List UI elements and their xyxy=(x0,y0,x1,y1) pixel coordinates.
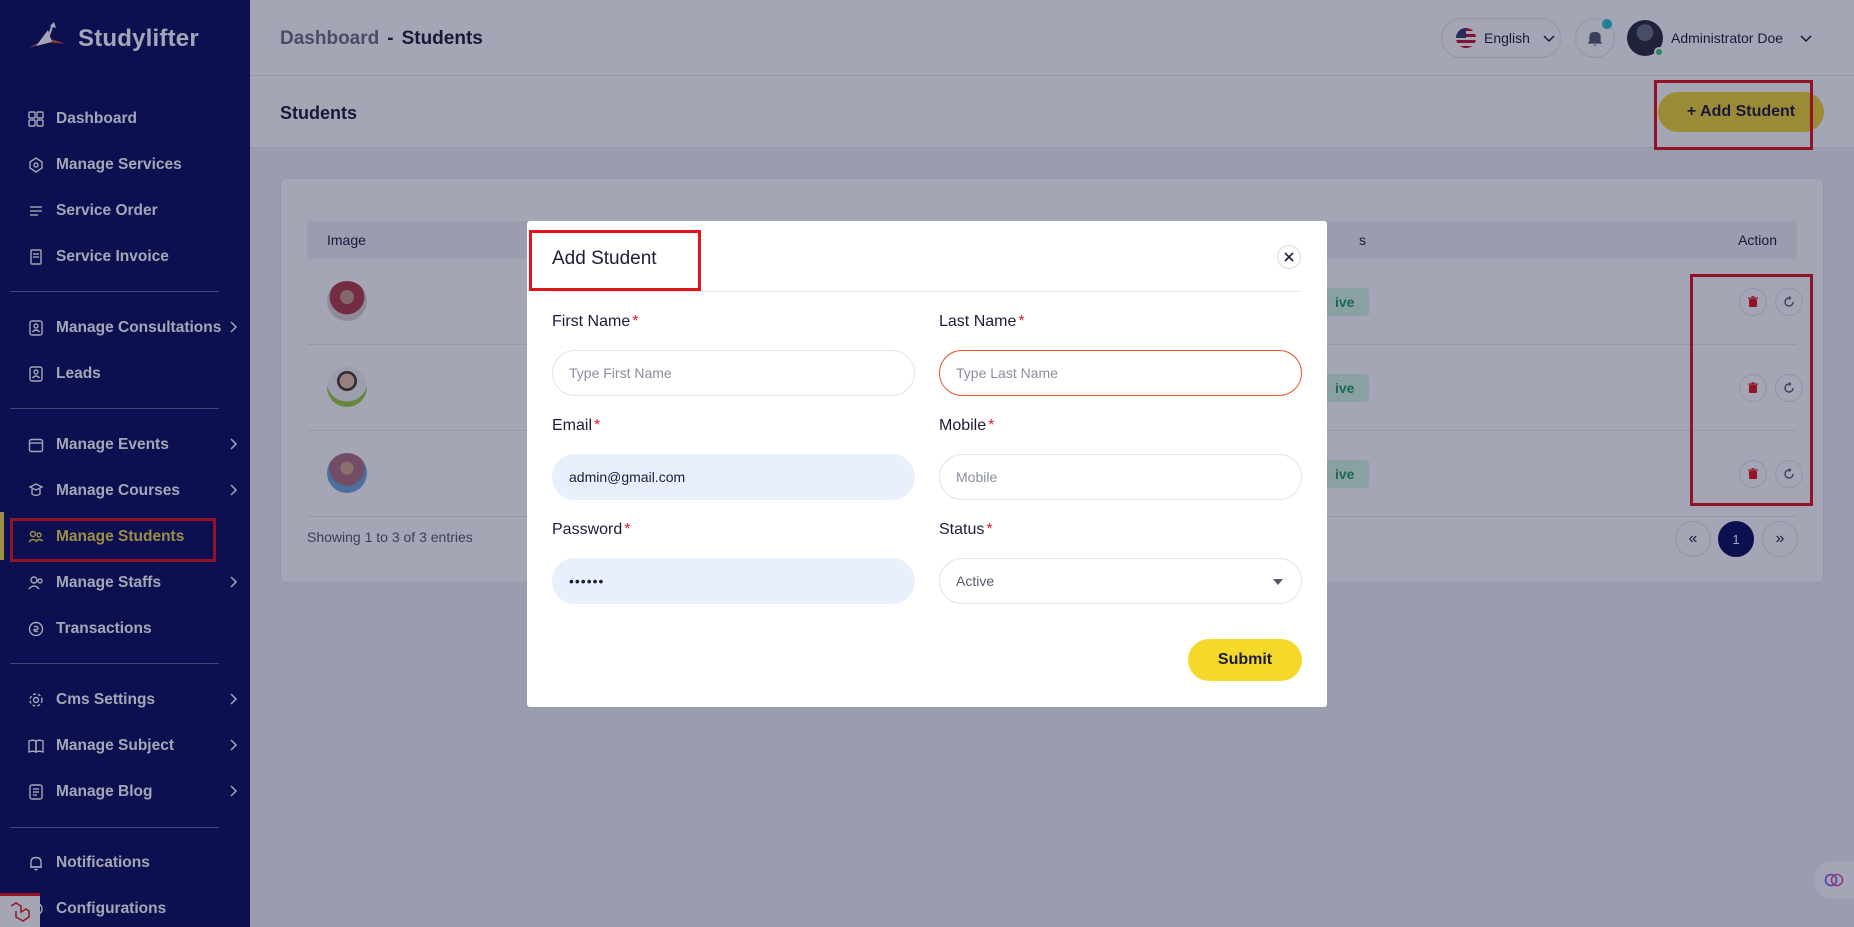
email-field[interactable] xyxy=(552,454,915,500)
mobile-label: Mobile * xyxy=(939,417,995,434)
status-select-value: Active xyxy=(956,573,995,589)
first-name-label: First Name * xyxy=(552,313,639,330)
mobile-input[interactable] xyxy=(939,454,1302,500)
close-icon xyxy=(1284,252,1294,262)
modal-divider xyxy=(552,291,1302,292)
highlight-box xyxy=(529,230,701,291)
password-label: Password * xyxy=(552,521,631,538)
password-input[interactable] xyxy=(552,558,915,604)
email-label: Email * xyxy=(552,417,601,434)
submit-button[interactable]: Submit xyxy=(1188,639,1302,681)
last-name-label: Last Name * xyxy=(939,313,1025,330)
first-name-input[interactable] xyxy=(552,350,915,396)
status-select[interactable]: Active xyxy=(939,558,1302,604)
add-student-modal: Add Student First Name* Last Name* Email… xyxy=(527,221,1327,707)
caret-down-icon xyxy=(1273,579,1283,585)
close-button[interactable] xyxy=(1277,245,1301,269)
last-name-input[interactable] xyxy=(939,350,1302,396)
status-label: Status * xyxy=(939,521,993,538)
